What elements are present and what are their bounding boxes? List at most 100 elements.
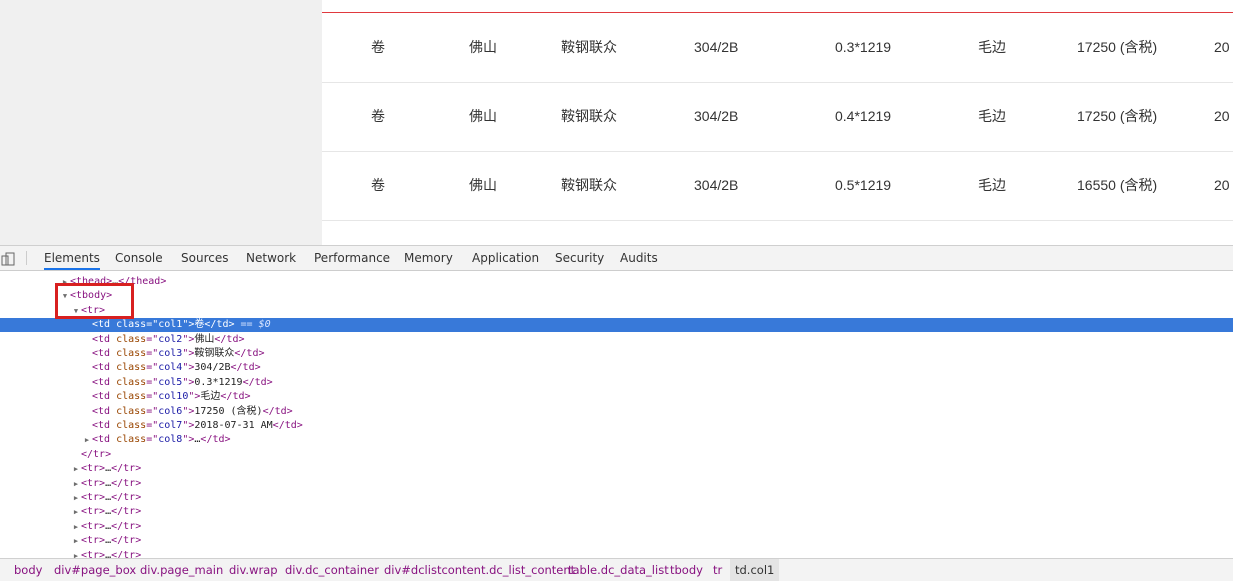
dom-node[interactable]: ▶<tr>…</tr>	[0, 505, 1233, 519]
elements-dom-tree[interactable]: ▶<thead>…</thead>▼<tbody>▼<tr><td class=…	[0, 271, 1233, 558]
tab-performance[interactable]: Performance	[314, 246, 390, 270]
dom-node-markup: <td class="col6">17250 (含税)</td>	[92, 405, 293, 419]
markup-txt: 佛山	[194, 334, 214, 345]
breadcrumb: lbodydiv#page_boxdiv.page_maindiv.wrapdi…	[0, 558, 1233, 581]
breadcrumb-item[interactable]: tr	[713, 559, 722, 581]
dom-node[interactable]: ▶<td class="col8">…</td>	[0, 433, 1233, 447]
markup-txt: 304/2B	[194, 362, 230, 373]
dom-node[interactable]: ▶<tr>…</tr>	[0, 520, 1233, 534]
dom-node[interactable]: ▶<tr>…</tr>	[0, 534, 1233, 548]
table-cell: 卷	[371, 151, 385, 220]
dom-node[interactable]: <td class="col2">佛山</td>	[0, 333, 1233, 347]
table-cell: 佛山	[469, 151, 497, 220]
tab-application[interactable]: Application	[472, 246, 539, 270]
tab-memory[interactable]: Memory	[404, 246, 453, 270]
markup-tag: <td	[92, 319, 116, 330]
breadcrumb-item[interactable]: div.wrap	[229, 559, 278, 581]
markup-tag: ">	[182, 406, 194, 417]
dom-node[interactable]: <td class="col7">2018-07-31 AM</td>	[0, 419, 1233, 433]
expand-triangle-icon[interactable]: ▶	[72, 477, 80, 491]
expand-triangle-icon[interactable]: ▶	[72, 534, 80, 548]
dom-node-markup: <tr>…</tr>	[81, 491, 141, 505]
markup-tag: ">	[182, 319, 194, 330]
breadcrumb-item[interactable]: tbody	[670, 559, 703, 581]
markup-tag: <tr>	[81, 506, 105, 517]
markup-tag: </td>	[231, 362, 261, 373]
breadcrumb-item[interactable]: div#page_box	[54, 559, 136, 581]
markup-tag: <td	[92, 348, 116, 359]
annotation-highlight-box	[55, 283, 134, 319]
page-viewport: 卷佛山鞍钢联众304/2B0.3*1219毛边17250 (含税)20卷佛山鞍钢…	[0, 0, 1233, 245]
markup-tag: <tr>	[81, 550, 105, 558]
table-cell: 20	[1214, 13, 1230, 82]
dom-node[interactable]: <td class="col10">毛边</td>	[0, 390, 1233, 404]
expand-triangle-icon[interactable]: ▶	[72, 462, 80, 476]
table-cell: 304/2B	[694, 13, 738, 82]
dom-node-selected[interactable]: <td class="col1">卷</td> == $0	[0, 318, 1233, 332]
dom-node[interactable]: ▶<tr>…</tr>	[0, 549, 1233, 558]
markup-tag: <td	[92, 334, 116, 345]
breadcrumb-item[interactable]: div.dc_container	[285, 559, 379, 581]
dom-node[interactable]: ▶<tr>…</tr>	[0, 462, 1233, 476]
dom-node[interactable]: ▶<tr>…</tr>	[0, 491, 1233, 505]
markup-tag: <tr>	[81, 492, 105, 503]
markup-tag: ">	[182, 434, 194, 445]
table-cell: 0.4*1219	[835, 82, 891, 151]
tab-console[interactable]: Console	[115, 246, 163, 270]
markup-tag: </td>	[263, 406, 293, 417]
dom-node[interactable]: <td class="col4">304/2B</td>	[0, 361, 1233, 375]
dom-node[interactable]: ▼<tbody>	[0, 289, 1233, 303]
tab-audits[interactable]: Audits	[620, 246, 658, 270]
markup-tag: </td>	[200, 434, 230, 445]
dom-node[interactable]: <td class="col6">17250 (含税)</td>	[0, 405, 1233, 419]
markup-attr: class	[116, 434, 146, 445]
dom-node[interactable]: ▶<tr>…</tr>	[0, 477, 1233, 491]
dom-node[interactable]: <td class="col3">鞍钢联众</td>	[0, 347, 1233, 361]
left-blank-area	[0, 0, 322, 245]
expand-triangle-icon[interactable]: ▶	[83, 433, 91, 447]
dom-node[interactable]: ▼<tr>	[0, 304, 1233, 318]
table-cell: 鞍钢联众	[561, 13, 617, 82]
breadcrumb-item[interactable]: td.col1	[730, 559, 779, 581]
markup-tag: </tr>	[111, 492, 141, 503]
tab-network[interactable]: Network	[246, 246, 296, 270]
dom-node[interactable]: <td class="col5">0.3*1219</td>	[0, 376, 1233, 390]
dom-node-markup: <tr>…</tr>	[81, 549, 141, 558]
markup-tag: <td	[92, 434, 116, 445]
table-cell: 17250 (含税)	[1077, 13, 1157, 82]
markup-tag: ="	[146, 420, 158, 431]
devtools-tabbar: Elements Console Sources Network Performance…	[0, 246, 1233, 271]
breadcrumb-item[interactable]: div.page_main	[140, 559, 223, 581]
expand-triangle-icon[interactable]: ▶	[72, 505, 80, 519]
table-row: 卷佛山鞍钢联众304/2B0.3*1219毛边17250 (含税)20	[322, 13, 1233, 83]
dom-node[interactable]: ▶<thead>…</thead>	[0, 275, 1233, 289]
markup-tag: </tr>	[111, 521, 141, 532]
tab-security[interactable]: Security	[555, 246, 604, 270]
markup-val: col5	[158, 377, 182, 388]
devtools-panel: Elements Console Sources Network Performance…	[0, 245, 1233, 580]
table-cell: 20	[1214, 151, 1230, 220]
device-toolbar-icon[interactable]	[1, 251, 15, 265]
table-cell: 0.5*1219	[835, 151, 891, 220]
markup-tag: ="	[146, 348, 158, 359]
expand-triangle-icon[interactable]: ▶	[72, 520, 80, 534]
expand-triangle-icon[interactable]: ▶	[72, 491, 80, 505]
breadcrumb-item[interactable]: table.dc_data_list	[568, 559, 669, 581]
markup-txt: 0.3*1219	[194, 377, 242, 388]
table-cell: 鞍钢联众	[561, 151, 617, 220]
markup-tag: </td>	[214, 334, 244, 345]
breadcrumb-item[interactable]: body	[14, 559, 42, 581]
markup-attr: class	[116, 377, 146, 388]
table-cell: 毛边	[978, 151, 1006, 220]
expand-triangle-icon[interactable]: ▶	[72, 549, 80, 558]
tab-elements[interactable]: Elements	[44, 246, 100, 270]
markup-val: col2	[158, 334, 182, 345]
table-cell: 304/2B	[694, 82, 738, 151]
table-cell: 卷	[371, 82, 385, 151]
markup-tag: </tr>	[111, 478, 141, 489]
dom-node-markup: <td class="col4">304/2B</td>	[92, 361, 261, 375]
breadcrumb-item[interactable]: div#dclistcontent.dc_list_content	[384, 559, 575, 581]
table-cell: 304/2B	[694, 151, 738, 220]
dom-node[interactable]: </tr>	[0, 448, 1233, 462]
tab-sources[interactable]: Sources	[181, 246, 228, 270]
